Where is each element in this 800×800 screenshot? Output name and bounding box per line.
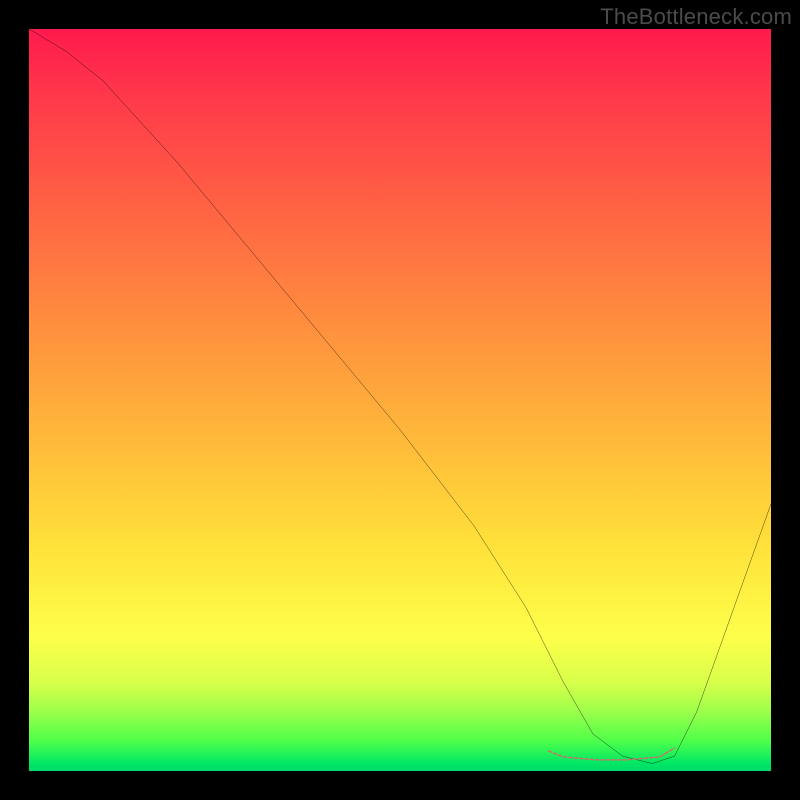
chart-container: TheBottleneck.com (0, 0, 800, 800)
optimal-range-marker-path (548, 748, 674, 760)
plot-area (29, 29, 771, 771)
bottleneck-curve-path (29, 29, 771, 764)
curve-svg (29, 29, 771, 771)
watermark-text: TheBottleneck.com (600, 4, 792, 30)
